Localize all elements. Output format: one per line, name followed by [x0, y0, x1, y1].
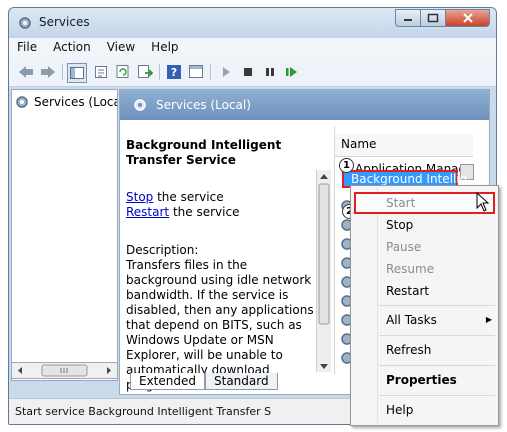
context-all-tasks[interactable]: All Tasks ▶ — [386, 310, 492, 330]
context-pause[interactable]: Pause — [386, 237, 421, 257]
pause-service-button[interactable] — [261, 63, 279, 81]
refresh-icon — [116, 65, 129, 78]
console-tree: Services (Local) — [11, 89, 118, 381]
context-stop[interactable]: Stop — [386, 215, 413, 235]
menu-separator — [379, 365, 495, 366]
column-header-name[interactable]: Name — [335, 134, 473, 157]
scrollbar-arrows-icon — [18, 364, 111, 377]
help-icon: ? — [167, 65, 181, 79]
pane-header: Services (Local) — [120, 90, 489, 120]
menu-bar: File Action View Help — [9, 38, 496, 58]
menu-file[interactable]: File — [9, 38, 45, 58]
toolbar-separator — [159, 64, 160, 80]
window-controls — [395, 9, 490, 29]
back-icon — [19, 66, 33, 78]
show-console-tree-button[interactable] — [67, 63, 87, 83]
tab-extended[interactable]: Extended — [130, 373, 205, 390]
step-badge-1: 1 — [339, 158, 354, 173]
forward-button[interactable] — [39, 63, 57, 81]
refresh-button[interactable] — [114, 63, 132, 81]
menu-view[interactable]: View — [99, 38, 143, 58]
restart-icon — [286, 67, 297, 77]
menu-help[interactable]: Help — [143, 38, 186, 58]
title-bar[interactable]: Services — [9, 8, 496, 38]
close-button[interactable] — [446, 9, 490, 27]
menu-separator — [379, 335, 495, 336]
column-header-label: Name — [341, 137, 377, 151]
toolbar: ? — [9, 58, 496, 87]
submenu-arrow-icon: ▶ — [485, 315, 492, 324]
tree-horizontal-scrollbar[interactable] — [11, 362, 118, 379]
menu-separator — [379, 305, 495, 306]
restart-line: Restart the service — [126, 205, 314, 220]
context-start[interactable]: Start — [386, 193, 415, 213]
start-service-button[interactable] — [217, 63, 235, 81]
export-list-button[interactable] — [136, 63, 154, 81]
maximize-icon — [427, 13, 439, 23]
close-icon — [462, 13, 473, 23]
minimize-button[interactable] — [395, 9, 421, 27]
start-icon — [223, 67, 230, 77]
context-resume[interactable]: Resume — [386, 259, 434, 279]
context-menu: Start Stop Pause Resume Restart All Task… — [350, 185, 499, 426]
start-highlight-box — [354, 192, 495, 214]
toolbar-separator — [210, 64, 211, 80]
tree-item-label: Services (Local) — [34, 95, 117, 109]
context-refresh[interactable]: Refresh — [386, 340, 431, 360]
properties-icon — [95, 66, 107, 78]
context-properties[interactable]: Properties — [386, 370, 457, 390]
forward-icon — [41, 66, 55, 78]
show-console-tree-icon — [70, 67, 84, 79]
menu-separator — [379, 395, 495, 396]
mouse-cursor-icon — [476, 192, 490, 212]
pause-icon — [266, 68, 274, 76]
maximize-button[interactable] — [421, 9, 446, 27]
status-text: Start service Background Intelligent Tra… — [15, 405, 272, 418]
gear-icon — [134, 99, 146, 111]
menu-action[interactable]: Action — [45, 38, 99, 58]
restart-suffix: the service — [169, 205, 240, 219]
back-button[interactable] — [17, 63, 35, 81]
stop-line: Stop the service — [126, 190, 314, 205]
toolbar-separator — [62, 64, 63, 80]
pane-title: Services (Local) — [156, 98, 251, 112]
description-label: Description: — [126, 243, 199, 257]
stop-link[interactable]: Stop — [126, 190, 153, 204]
service-description-panel: Background Intelligent Transfer Service … — [126, 138, 314, 393]
window-title: Services — [39, 15, 90, 29]
menu-gutter — [377, 188, 378, 423]
view-button[interactable] — [187, 63, 205, 81]
stop-icon — [244, 68, 252, 76]
context-help[interactable]: Help — [386, 400, 413, 420]
service-title: Background Intelligent Transfer Service — [126, 138, 282, 167]
all-tasks-label: All Tasks — [386, 313, 437, 327]
scrollbar-arrows-icon — [318, 174, 330, 369]
tab-standard[interactable]: Standard — [205, 373, 278, 390]
restart-service-button[interactable] — [283, 63, 301, 81]
view-icon — [189, 65, 203, 78]
restart-link[interactable]: Restart — [126, 205, 169, 219]
stop-service-button[interactable] — [239, 63, 257, 81]
view-tabs: Extended Standard — [130, 373, 278, 391]
context-restart[interactable]: Restart — [386, 281, 429, 301]
help-button[interactable]: ? — [165, 63, 183, 81]
gear-icon — [16, 96, 28, 108]
stop-suffix: the service — [153, 190, 224, 204]
svg-text:?: ? — [171, 66, 177, 79]
description-vertical-scrollbar[interactable] — [316, 170, 331, 372]
properties-button[interactable] — [92, 63, 110, 81]
gear-icon — [19, 17, 31, 29]
tree-item-services-local[interactable]: Services (Local) — [14, 93, 117, 111]
minimize-icon — [404, 19, 412, 21]
selected-service-label: Background Intellig — [351, 172, 468, 186]
export-list-icon — [138, 65, 153, 78]
